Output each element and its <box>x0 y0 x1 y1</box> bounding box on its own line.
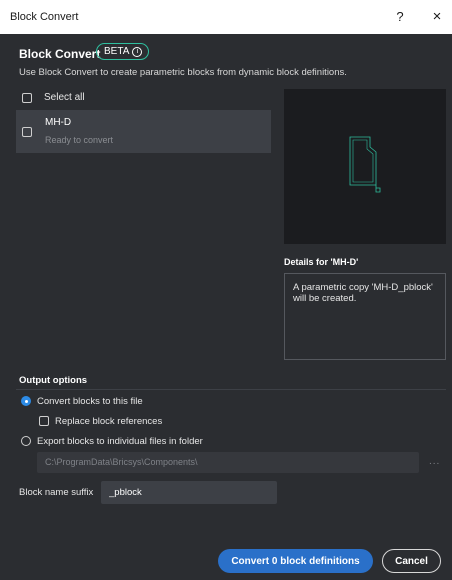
block-preview <box>284 89 446 244</box>
list-item[interactable]: MH-D Ready to convert <box>16 110 271 153</box>
dialog-description: Use Block Convert to create parametric b… <box>19 67 347 78</box>
select-all-checkbox[interactable] <box>22 93 32 103</box>
list-item-name: MH-D <box>45 117 72 128</box>
block-list: Select all MH-D Ready to convert <box>16 87 271 357</box>
close-icon[interactable]: × <box>428 8 446 26</box>
suffix-input[interactable] <box>101 481 277 504</box>
convert-button[interactable]: Convert 0 block definitions <box>218 549 373 573</box>
output-options-title: Output options <box>19 375 88 386</box>
info-icon[interactable]: i <box>132 46 143 57</box>
convert-to-file-radio[interactable] <box>21 396 31 406</box>
cancel-button[interactable]: Cancel <box>382 549 441 573</box>
help-icon[interactable]: ? <box>392 8 408 26</box>
beta-badge-label: BETA <box>104 45 130 57</box>
convert-to-file-label: Convert blocks to this file <box>37 396 143 407</box>
window-titlebar: Block Convert ? × <box>0 0 452 34</box>
block-convert-dialog: Block Convert BETA i Use Block Convert t… <box>0 34 452 580</box>
block-outline <box>349 136 381 193</box>
dialog-heading: Block Convert <box>19 47 101 61</box>
select-all-label: Select all <box>44 92 85 103</box>
section-divider <box>16 389 446 390</box>
window-title: Block Convert <box>10 11 79 23</box>
folder-path-input[interactable]: C:\ProgramData\Bricsys\Components\ <box>37 452 419 473</box>
export-to-folder-label: Export blocks to individual files in fol… <box>37 436 203 447</box>
replace-references-checkbox[interactable] <box>39 416 49 426</box>
browse-folder-button[interactable]: ... <box>429 456 440 467</box>
block-preview-drawing <box>349 136 381 193</box>
suffix-label: Block name suffix <box>19 487 94 498</box>
list-item-checkbox[interactable] <box>22 127 32 137</box>
select-all-row[interactable]: Select all <box>16 87 271 109</box>
details-text: A parametric copy 'MH-D_pblock' will be … <box>284 273 446 360</box>
replace-references-label: Replace block references <box>55 416 163 427</box>
list-item-status: Ready to convert <box>45 135 114 145</box>
details-title: Details for 'MH-D' <box>284 257 359 267</box>
beta-badge: BETA i <box>96 43 150 60</box>
export-to-folder-radio[interactable] <box>21 436 31 446</box>
